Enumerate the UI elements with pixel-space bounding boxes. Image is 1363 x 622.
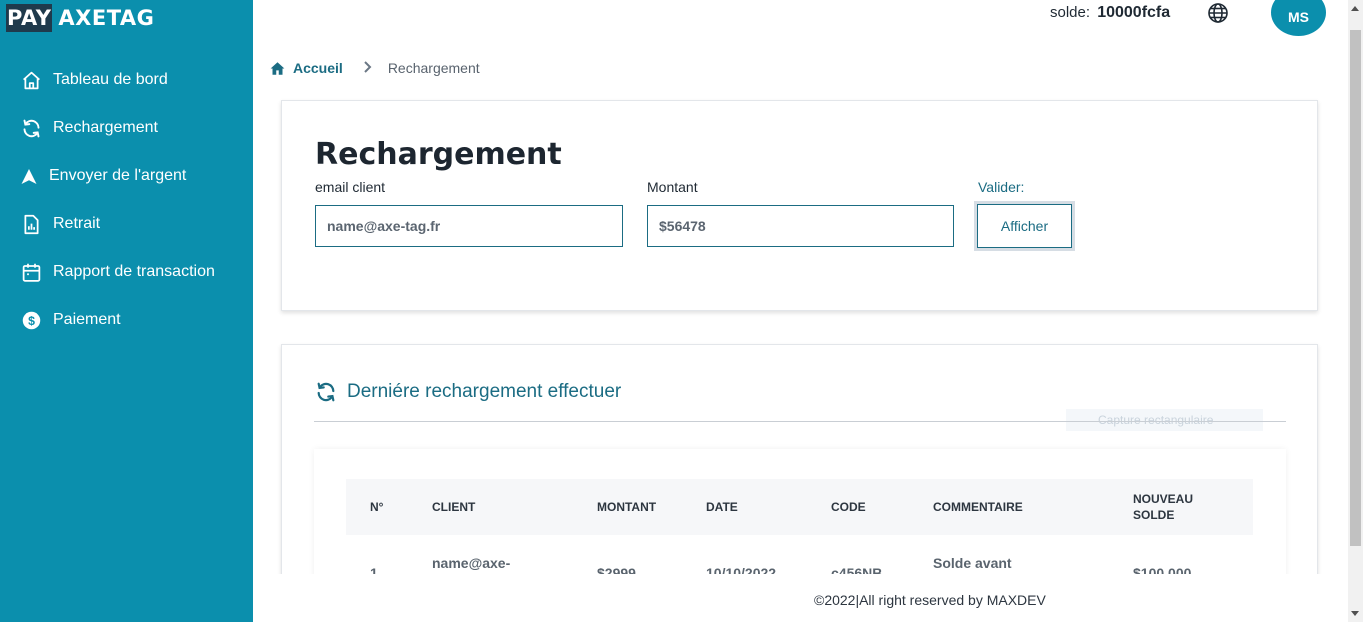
table-header-row: N° CLIENT MONTANT DATE CODE COMMENTAIRE … <box>346 479 1253 535</box>
scroll-thumb[interactable] <box>1350 30 1361 546</box>
sidebar-item-label: Tableau de bord <box>53 71 168 88</box>
email-label: email client <box>315 179 386 195</box>
sidebar-item-paiement[interactable]: $ Paiement <box>20 305 121 335</box>
sidebar: PAY AXETAG Tableau de bord Rechargement … <box>0 0 253 622</box>
column-header: N° <box>370 500 384 514</box>
logo-axetag: AXETAG <box>58 6 155 30</box>
breadcrumb-current: Rechargement <box>387 60 480 76</box>
scroll-up-icon[interactable] <box>1351 6 1359 11</box>
column-header: DATE <box>706 500 738 514</box>
column-header: MONTANT <box>597 500 657 514</box>
sidebar-item-tableau-de-bord[interactable]: Tableau de bord <box>20 65 168 95</box>
divider <box>314 421 1286 422</box>
valider-label: Valider: <box>978 179 1025 195</box>
chevron-right-icon <box>363 60 372 76</box>
recharge-form-card: Rechargement email client Montant Valide… <box>281 100 1318 311</box>
sidebar-item-label: Paiement <box>53 311 121 328</box>
dollar-icon: $ <box>20 309 42 331</box>
capture-overlay: Capture rectangulaire <box>1066 409 1263 431</box>
column-header-text: NOUVEAU SOLDE <box>1133 492 1194 522</box>
scroll-down-icon[interactable] <box>1351 611 1359 616</box>
breadcrumb: Accueil Rechargement <box>270 60 480 76</box>
breadcrumb-home-link[interactable]: Accueil <box>293 60 343 76</box>
capture-overlay-text: Capture rectangulaire <box>1098 413 1214 427</box>
avatar[interactable]: MS <box>1271 0 1326 36</box>
home-icon <box>270 61 285 75</box>
sidebar-item-rechargement[interactable]: Rechargement <box>20 113 158 143</box>
afficher-button[interactable]: Afficher <box>977 204 1072 248</box>
refresh-icon <box>20 117 42 139</box>
solde-value: 10000fcfa <box>1097 4 1171 21</box>
column-header: CLIENT <box>432 500 476 514</box>
montant-field[interactable] <box>647 205 954 247</box>
sidebar-item-rapport[interactable]: Rapport de transaction <box>20 257 215 287</box>
logo[interactable]: PAY AXETAG <box>6 4 154 32</box>
sidebar-item-label: Rapport de transaction <box>53 263 215 280</box>
home-icon <box>20 69 42 91</box>
logo-pay: PAY <box>6 4 53 32</box>
recharges-table: N° CLIENT MONTANT DATE CODE COMMENTAIRE … <box>346 479 1253 582</box>
send-icon <box>20 165 38 187</box>
sidebar-item-label: Rechargement <box>53 119 158 136</box>
table-container: N° CLIENT MONTANT DATE CODE COMMENTAIRE … <box>314 449 1286 583</box>
globe-icon[interactable] <box>1206 1 1230 25</box>
recent-recharges-card: Derniére rechargement effectuer Capture … <box>281 344 1318 584</box>
sidebar-item-retrait[interactable]: Retrait <box>20 209 100 239</box>
footer-text: ©2022|All right reserved by MAXDEV <box>814 592 1046 608</box>
sidebar-item-label: Retrait <box>53 215 101 232</box>
footer: ©2022|All right reserved by MAXDEV <box>253 574 1348 622</box>
column-header: NOUVEAU SOLDE <box>1133 479 1253 535</box>
calendar-icon <box>20 261 42 283</box>
montant-label: Montant <box>647 179 698 195</box>
sidebar-item-label: Envoyer de l'argent <box>49 167 187 184</box>
sidebar-item-envoyer[interactable]: Envoyer de l'argent <box>20 161 186 191</box>
column-header: COMMENTAIRE <box>933 500 1023 514</box>
svg-text:$: $ <box>28 313 35 327</box>
solde-label: solde: <box>1050 4 1091 21</box>
refresh-icon <box>317 382 335 402</box>
avatar-initials: MS <box>1288 8 1309 25</box>
section-title: Derniére rechargement effectuer <box>315 381 621 403</box>
column-header: CODE <box>831 500 866 514</box>
section-title-text: Derniére rechargement effectuer <box>347 381 622 402</box>
page-title: Rechargement <box>315 137 562 172</box>
solde-display: solde: 10000fcfa <box>1050 4 1170 22</box>
scrollbar[interactable] <box>1348 0 1363 622</box>
email-field[interactable] <box>315 205 623 247</box>
report-icon <box>20 213 42 235</box>
